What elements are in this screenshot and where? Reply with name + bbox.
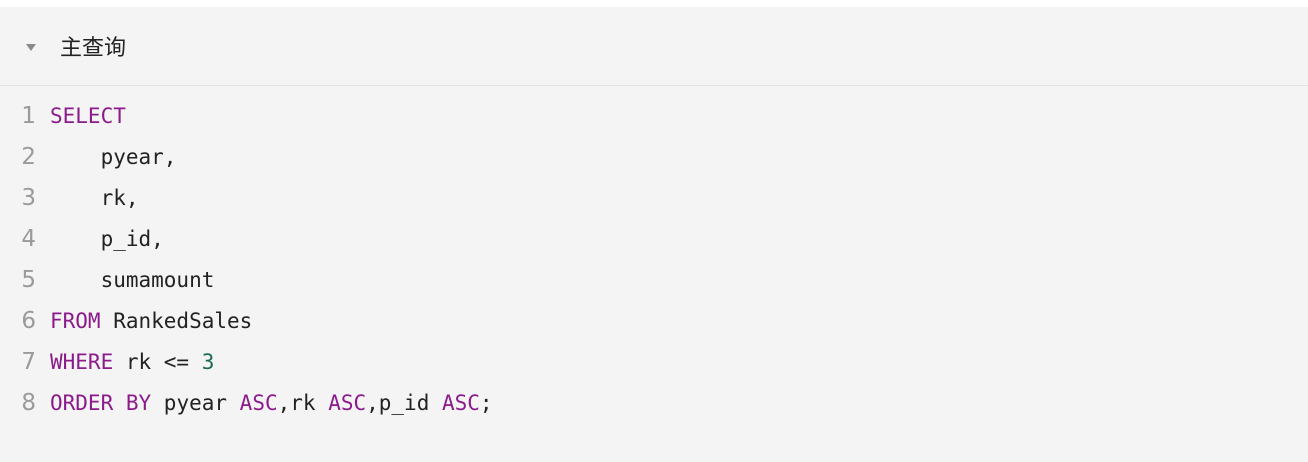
sql-text: sumamount [50,268,215,292]
code-block[interactable]: 1 SELECT 2 pyear, 3 rk, 4 p_id, 5 sumamount 6 F… [0,86,1308,424]
sql-number: 3 [201,350,215,374]
sql-keyword: ASC [441,391,480,415]
sql-keyword: ORDER BY [50,391,152,415]
line-number: 5 [21,267,36,293]
line-number: 7 [21,349,36,375]
sql-text: p_id, [50,227,164,251]
line-number: 2 [21,144,36,170]
sql-keyword: ASC [328,391,367,415]
sql-text: rk, [50,186,139,210]
sql-text: rk <= [113,350,202,374]
code-line: 2 pyear, [0,137,1308,178]
sql-keyword: FROM [50,309,101,333]
sql-keyword: ASC [239,391,278,415]
code-content: sumamount [50,260,215,301]
code-content: p_id, [50,219,164,260]
line-number: 4 [21,226,36,252]
sql-text: pyear [151,391,240,415]
sql-text: ,p_id [366,391,442,415]
sql-keyword: WHERE [50,350,114,374]
code-line: 1 SELECT [0,96,1308,137]
code-content: FROM RankedSales [50,301,252,342]
line-number: 6 [21,308,36,334]
sql-text: RankedSales [100,309,253,333]
sql-text: pyear, [50,145,177,169]
line-number: 1 [21,103,36,129]
sql-keyword: SELECT [50,104,126,128]
code-line: 7 WHERE rk <= 3 [0,342,1308,383]
code-content: WHERE rk <= 3 [50,342,214,383]
code-content: ORDER BY pyear ASC,rk ASC,p_id ASC; [50,383,493,424]
panel-header-toggle[interactable]: 主查询 [0,7,1308,86]
code-line: 3 rk, [0,178,1308,219]
code-line: 5 sumamount [0,260,1308,301]
caret-down-icon[interactable] [26,43,36,51]
panel-title: 主查询 [60,36,127,61]
code-line: 8 ORDER BY pyear ASC,rk ASC,p_id ASC; [0,383,1308,424]
line-number: 8 [21,390,36,416]
sql-text: ; [479,391,493,415]
sql-panel: 主查询 1 SELECT 2 pyear, 3 rk, 4 p_id, 5 sumamou… [0,7,1308,462]
sql-text: ,rk [277,391,329,415]
code-content: pyear, [50,137,177,178]
code-content: rk, [50,178,139,219]
code-line: 4 p_id, [0,219,1308,260]
code-line: 6 FROM RankedSales [0,301,1308,342]
code-content: SELECT [50,96,126,137]
line-number: 3 [21,185,36,211]
